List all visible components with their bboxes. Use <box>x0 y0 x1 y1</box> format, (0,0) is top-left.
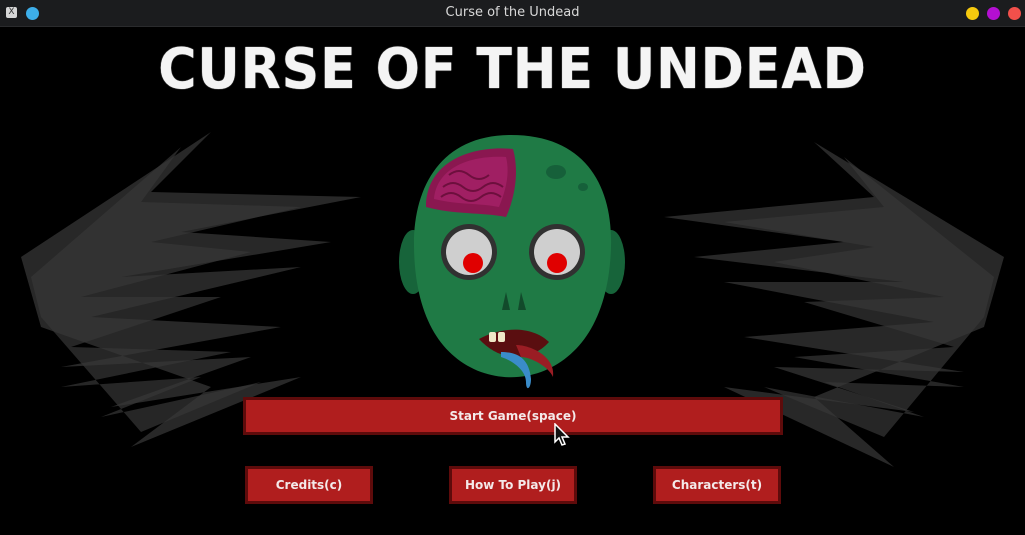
start-game-button[interactable]: Start Game(space) <box>243 397 783 435</box>
mouse-cursor-icon <box>554 423 570 446</box>
credits-button[interactable]: Credits(c) <box>245 466 373 504</box>
minimize-icon[interactable] <box>966 7 979 20</box>
characters-button[interactable]: Characters(t) <box>653 466 781 504</box>
close-icon[interactable] <box>1008 7 1021 20</box>
how-to-play-button[interactable]: How To Play(j) <box>449 466 577 504</box>
window-titlebar[interactable]: X Curse of the Undead <box>0 0 1025 27</box>
maximize-icon[interactable] <box>987 7 1000 20</box>
window-title: Curse of the Undead <box>445 5 580 20</box>
game-title: CURSE OF THE UNDEAD <box>158 37 867 102</box>
background-art <box>21 132 1004 467</box>
zombie-head <box>399 135 625 389</box>
game-canvas[interactable]: CURSE OF THE UNDEAD Start Game(space) Cr… <box>1 27 1024 534</box>
